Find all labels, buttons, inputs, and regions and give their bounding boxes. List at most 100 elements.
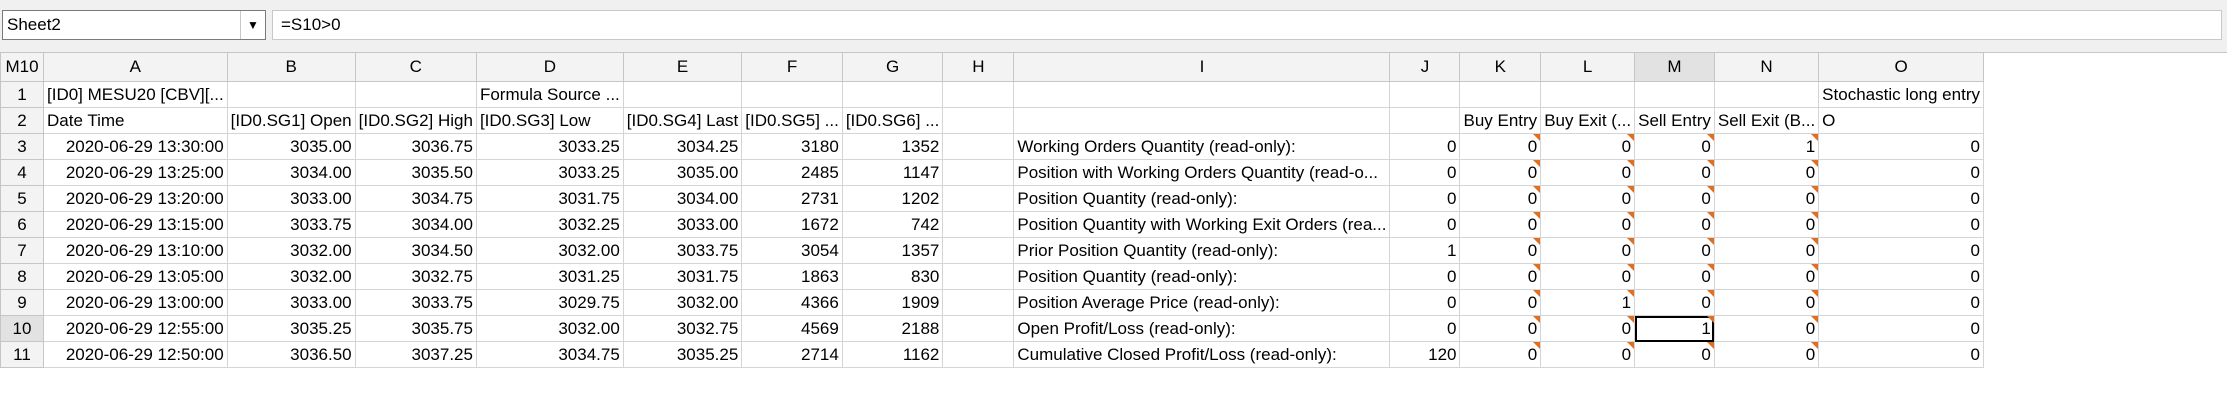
cell-g6[interactable]: 742 [841, 211, 944, 238]
cell-l3[interactable]: 0 [1540, 133, 1636, 160]
cell-c10[interactable]: 3035.75 [354, 315, 477, 342]
row-header[interactable]: 2 [0, 107, 44, 134]
cell-m1[interactable] [1634, 81, 1715, 108]
cell-o1[interactable]: Stochastic long entry [1818, 81, 1984, 108]
column-header-c[interactable]: C [354, 52, 477, 82]
cell-i4[interactable]: Position with Working Orders Quantity (r… [1013, 159, 1391, 186]
cell-c11[interactable]: 3037.25 [354, 341, 477, 368]
row-header[interactable]: 9 [0, 289, 44, 316]
cell-d9[interactable]: 3029.75 [475, 289, 624, 316]
cell-k3[interactable]: 0 [1459, 133, 1542, 160]
column-header-k[interactable]: K [1459, 52, 1542, 82]
cell-i1[interactable] [1013, 81, 1391, 108]
cell-b1[interactable] [226, 81, 356, 108]
cell-m6[interactable]: 0 [1634, 211, 1715, 238]
row-header[interactable]: 3 [0, 133, 44, 160]
cell-l6[interactable]: 0 [1540, 211, 1636, 238]
cell-j11[interactable]: 120 [1389, 341, 1461, 368]
row-header[interactable]: 6 [0, 211, 44, 238]
cell-n11[interactable]: 0 [1713, 341, 1820, 368]
column-header-l[interactable]: L [1540, 52, 1636, 82]
cell-k8[interactable]: 0 [1459, 263, 1542, 290]
cell-j6[interactable]: 0 [1389, 211, 1461, 238]
cell-j9[interactable]: 0 [1389, 289, 1461, 316]
cell-n7[interactable]: 0 [1713, 237, 1820, 264]
cell-n4[interactable]: 0 [1713, 159, 1820, 186]
formula-bar[interactable]: =S10>0 [272, 10, 2222, 40]
cell-n5[interactable]: 0 [1713, 185, 1820, 212]
cell-c4[interactable]: 3035.50 [354, 159, 477, 186]
cell-k2[interactable]: Buy Entry [1459, 107, 1542, 134]
cell-e1[interactable] [622, 81, 743, 108]
cell-g5[interactable]: 1202 [841, 185, 944, 212]
cell-o9[interactable]: 0 [1818, 289, 1984, 316]
cell-e10[interactable]: 3032.75 [622, 315, 743, 342]
cell-j7[interactable]: 1 [1389, 237, 1461, 264]
cell-o4[interactable]: 0 [1818, 159, 1984, 186]
cell-i3[interactable]: Working Orders Quantity (read-only): [1013, 133, 1391, 160]
cell-g9[interactable]: 1909 [841, 289, 944, 316]
cell-m11[interactable]: 0 [1634, 341, 1715, 368]
cell-k4[interactable]: 0 [1459, 159, 1542, 186]
cell-h6[interactable] [942, 211, 1015, 238]
cell-d8[interactable]: 3031.25 [475, 263, 624, 290]
row-header[interactable]: 4 [0, 159, 44, 186]
cell-c3[interactable]: 3036.75 [354, 133, 477, 160]
dropdown-arrow-icon[interactable]: ▼ [240, 11, 265, 39]
cell-a2[interactable]: Date Time [43, 107, 228, 134]
cell-f10[interactable]: 4569 [741, 315, 843, 342]
cell-a4[interactable]: 2020-06-29 13:25:00 [43, 159, 228, 186]
column-header-f[interactable]: F [741, 52, 843, 82]
cell-n8[interactable]: 0 [1713, 263, 1820, 290]
cell-b2[interactable]: [ID0.SG1] Open [226, 107, 356, 134]
cell-e9[interactable]: 3032.00 [622, 289, 743, 316]
cell-o6[interactable]: 0 [1818, 211, 1984, 238]
cell-e6[interactable]: 3033.00 [622, 211, 743, 238]
cell-c6[interactable]: 3034.00 [354, 211, 477, 238]
cell-i9[interactable]: Position Average Price (read-only): [1013, 289, 1391, 316]
row-header[interactable]: 10 [0, 315, 44, 342]
cell-h7[interactable] [942, 237, 1015, 264]
row-header[interactable]: 1 [0, 81, 44, 108]
cell-e4[interactable]: 3035.00 [622, 159, 743, 186]
cell-m3[interactable]: 0 [1634, 133, 1715, 160]
cell-b11[interactable]: 3036.50 [226, 341, 356, 368]
cell-m10[interactable]: 1 [1634, 315, 1715, 342]
cell-b7[interactable]: 3032.00 [226, 237, 356, 264]
cell-a11[interactable]: 2020-06-29 12:50:00 [43, 341, 228, 368]
cell-b5[interactable]: 3033.00 [226, 185, 356, 212]
cell-h11[interactable] [942, 341, 1015, 368]
cell-l10[interactable]: 0 [1540, 315, 1636, 342]
cell-o5[interactable]: 0 [1818, 185, 1984, 212]
cell-j1[interactable] [1389, 81, 1461, 108]
row-header[interactable]: 7 [0, 237, 44, 264]
cell-l11[interactable]: 0 [1540, 341, 1636, 368]
cell-f5[interactable]: 2731 [741, 185, 843, 212]
cell-d3[interactable]: 3033.25 [475, 133, 624, 160]
cell-g8[interactable]: 830 [841, 263, 944, 290]
column-header-j[interactable]: J [1389, 52, 1461, 82]
cell-g4[interactable]: 1147 [841, 159, 944, 186]
cell-f1[interactable] [741, 81, 843, 108]
cell-o2[interactable]: O [1818, 107, 1984, 134]
cell-c1[interactable] [354, 81, 477, 108]
cell-d11[interactable]: 3034.75 [475, 341, 624, 368]
cell-f8[interactable]: 1863 [741, 263, 843, 290]
cell-h5[interactable] [942, 185, 1015, 212]
row-header[interactable]: 8 [0, 263, 44, 290]
column-header-h[interactable]: H [942, 52, 1015, 82]
row-header[interactable]: 11 [0, 341, 44, 368]
column-header-i[interactable]: I [1013, 52, 1391, 82]
cell-e3[interactable]: 3034.25 [622, 133, 743, 160]
sheet-selector[interactable]: Sheet2 ▼ [2, 10, 266, 40]
cell-f3[interactable]: 3180 [741, 133, 843, 160]
cell-d7[interactable]: 3032.00 [475, 237, 624, 264]
cell-o11[interactable]: 0 [1818, 341, 1984, 368]
cell-i8[interactable]: Position Quantity (read-only): [1013, 263, 1391, 290]
cell-m7[interactable]: 0 [1634, 237, 1715, 264]
cell-i6[interactable]: Position Quantity with Working Exit Orde… [1013, 211, 1391, 238]
column-header-a[interactable]: A [43, 52, 228, 82]
cell-g7[interactable]: 1357 [841, 237, 944, 264]
cell-e11[interactable]: 3035.25 [622, 341, 743, 368]
cell-l2[interactable]: Buy Exit (... [1540, 107, 1636, 134]
